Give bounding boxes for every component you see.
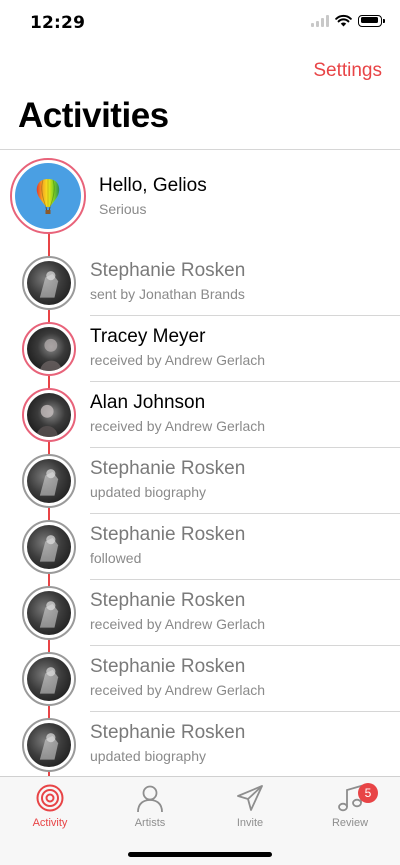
tab-invite[interactable]: Invite (200, 781, 300, 835)
tab-review[interactable]: 5 Review (300, 781, 400, 835)
activity-subtitle: received by Andrew Gerlach (90, 352, 266, 368)
activity-subtitle: followed (90, 550, 142, 566)
wifi-icon (335, 14, 352, 27)
activity-name: Hello, Gelios (99, 175, 207, 196)
activity-list: Stephanie Rosken sent by Jonathan Brands… (0, 250, 400, 778)
activity-name: Tracey Meyer (90, 326, 206, 347)
activity-subtitle: updated biography (90, 484, 206, 500)
tab-activity[interactable]: Activity (0, 781, 100, 835)
status-bar: 12:29 (0, 0, 400, 44)
activity-subtitle: received by Andrew Gerlach (90, 616, 266, 632)
activity-name: Stephanie Rosken (90, 722, 246, 743)
avatar (22, 454, 76, 508)
status-icons (311, 14, 385, 27)
activity-name: Stephanie Rosken (90, 260, 246, 281)
avatar (22, 586, 76, 640)
page-title: Activities (18, 96, 169, 135)
list-item[interactable]: Stephanie Rosken followed (0, 514, 400, 580)
list-item[interactable]: Stephanie Rosken updated biography (0, 448, 400, 514)
person-icon (137, 785, 163, 813)
list-item[interactable]: Alan Johnson received by Andrew Gerlach (0, 382, 400, 448)
avatar (22, 388, 76, 442)
activity-name: Stephanie Rosken (90, 590, 246, 611)
activity-subtitle: sent by Jonathan Brands (90, 286, 245, 302)
avatar (22, 520, 76, 574)
tab-label: Activity (32, 817, 68, 829)
activity-name: Stephanie Rosken (90, 458, 246, 479)
avatar (22, 718, 76, 772)
avatar (22, 256, 76, 310)
home-indicator[interactable] (128, 852, 272, 857)
status-time: 12:29 (30, 13, 86, 33)
activity-icon (36, 784, 64, 812)
header-divider (0, 149, 400, 150)
cellular-signal-icon (311, 14, 329, 27)
tab-label: Invite (236, 817, 264, 829)
tab-label: Review (331, 817, 369, 829)
tab-bar: Activity Artists Invite 5 Review (0, 776, 400, 865)
hot-air-balloon-icon (36, 179, 60, 214)
list-item[interactable]: Stephanie Rosken updated biography (0, 712, 400, 778)
tab-artists[interactable]: Artists (100, 781, 200, 835)
activity-subtitle: updated biography (90, 748, 206, 764)
list-item[interactable]: Stephanie Rosken received by Andrew Gerl… (0, 580, 400, 646)
activity-name: Stephanie Rosken (90, 656, 246, 677)
activity-name: Stephanie Rosken (90, 524, 246, 545)
avatar (10, 158, 86, 234)
activity-subtitle: Serious (99, 201, 147, 217)
tab-label: Artists (134, 817, 166, 829)
activity-name: Alan Johnson (90, 392, 206, 413)
notification-badge: 5 (358, 783, 378, 803)
battery-icon (358, 14, 385, 27)
settings-button[interactable]: Settings (313, 60, 382, 82)
avatar (22, 322, 76, 376)
avatar (22, 652, 76, 706)
list-item[interactable]: Stephanie Rosken sent by Jonathan Brands (0, 250, 400, 316)
activity-subtitle: received by Andrew Gerlach (90, 682, 266, 698)
activity-subtitle: received by Andrew Gerlach (90, 418, 266, 434)
top-activity-item[interactable]: Hello, Gelios Serious (0, 155, 400, 237)
list-item[interactable]: Tracey Meyer received by Andrew Gerlach (0, 316, 400, 382)
paper-plane-icon (237, 785, 263, 811)
list-item[interactable]: Stephanie Rosken received by Andrew Gerl… (0, 646, 400, 712)
